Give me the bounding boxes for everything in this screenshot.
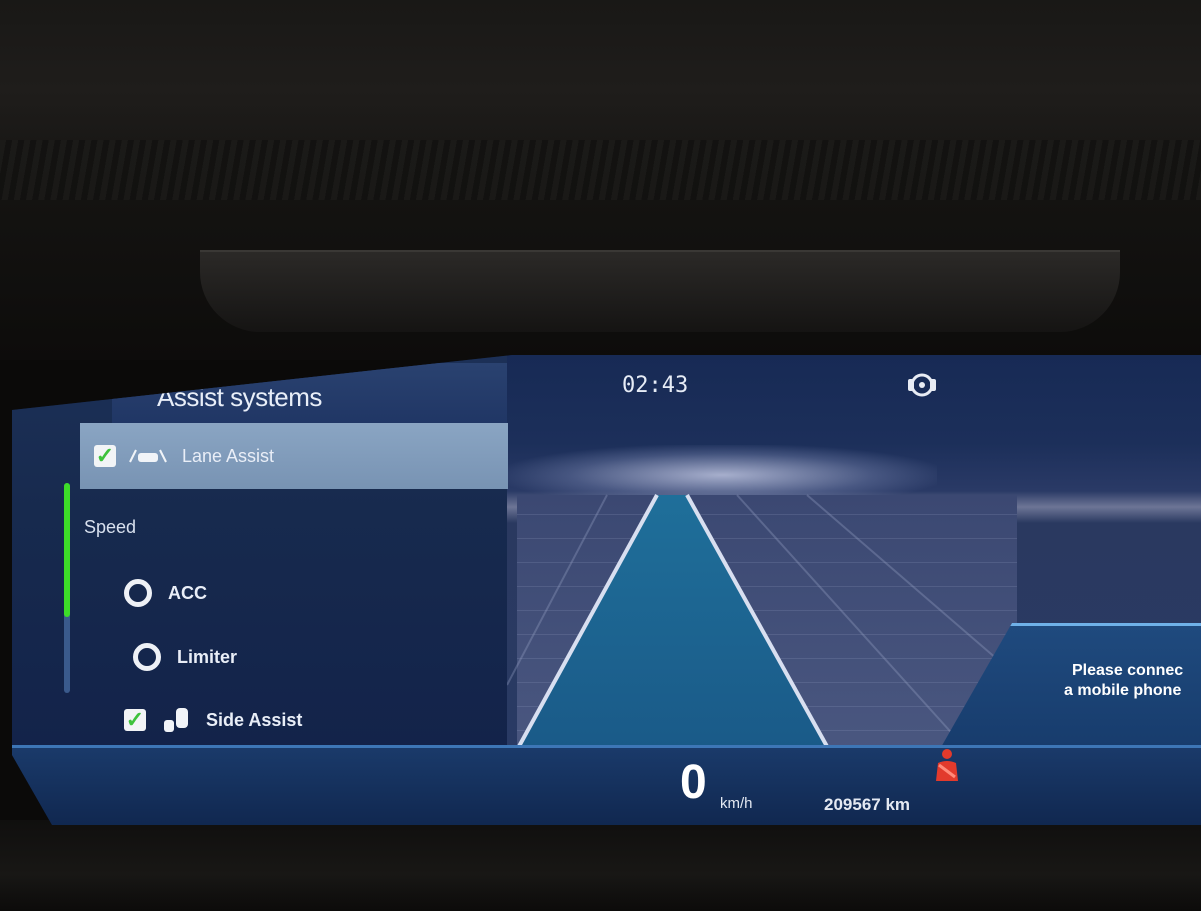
phone-prompt-line2: a mobile phone: [1064, 682, 1182, 699]
phone-prompt-line1: Please connec: [1072, 662, 1184, 679]
menu-item-limiter[interactable]: Limiter: [133, 637, 237, 677]
status-bar: [12, 745, 1201, 825]
panel-title: Assist systems: [157, 382, 322, 412]
odometer: 209567 km: [824, 795, 911, 814]
cluster-hood: [200, 250, 1120, 332]
menu-item-lane-assist[interactable]: ✓ Lane Assist: [80, 423, 508, 489]
side-assist-icon: [164, 708, 188, 732]
lane-surface: [517, 495, 827, 750]
checkbox-checked-icon: ✓: [94, 443, 116, 468]
speed-unit: km/h: [720, 795, 753, 812]
menu-item-acc[interactable]: ACC: [124, 573, 207, 613]
menu-item-label: Limiter: [177, 646, 238, 667]
lane-assist-icon: [129, 449, 167, 463]
dashboard-grille: [0, 140, 1201, 200]
instrument-cluster-screen: 02:43 Please connec a mobile phone Assis…: [12, 355, 1201, 825]
lane-road-graphic: [507, 494, 1027, 751]
scroll-position-bar: [64, 483, 70, 618]
dashboard-lower-trim: [0, 820, 1201, 911]
assist-systems-panel: Assist systems ✓ Lane Assist Speed ACC L…: [12, 355, 508, 745]
checkbox-checked-icon: ✓: [124, 707, 146, 732]
menu-item-label: Lane Assist: [182, 445, 275, 466]
hands-on-wheel-icon: [908, 373, 936, 397]
section-speed: Speed: [84, 517, 137, 537]
speed-value: 0: [680, 756, 707, 809]
radio-icon: [133, 643, 161, 671]
seatbelt-warning-icon: [936, 749, 958, 781]
menu-item-side-assist[interactable]: ✓ Side Assist: [124, 700, 302, 740]
clock: 02:43: [622, 373, 689, 398]
radio-icon: [124, 579, 152, 607]
menu-item-label: ACC: [168, 582, 207, 603]
menu-item-label: Side Assist: [206, 709, 303, 730]
